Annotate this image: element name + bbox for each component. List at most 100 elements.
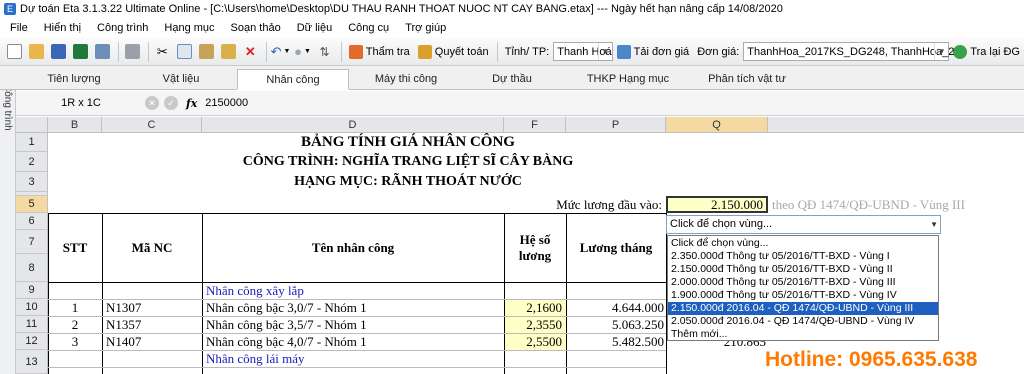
- dropdown-option[interactable]: 2.050.000đ 2016.04 - QĐ 1474/QĐ-UBND - V…: [668, 315, 938, 328]
- quyet-toan-button[interactable]: Quyết toán: [414, 41, 493, 63]
- row-header-13[interactable]: 13: [16, 350, 48, 374]
- redo-button[interactable]: ● ▼: [293, 41, 313, 63]
- header-ten-nhan-cong: Tên nhân công: [202, 213, 504, 282]
- menu-file[interactable]: File: [2, 22, 36, 34]
- undo-button[interactable]: ↶ ▼: [271, 41, 291, 63]
- tab-vat-lieu[interactable]: Vật liệu: [131, 69, 231, 90]
- dropdown-option[interactable]: 2.150.000đ Thông tư 05/2016/TT-BXD - Vùn…: [668, 263, 938, 276]
- row10-he-so[interactable]: 2,1600: [505, 299, 566, 316]
- province-select[interactable]: Thanh Hoá ▼: [553, 42, 613, 61]
- row11-ten[interactable]: Nhân công bậc 3,5/7 - Nhóm 1: [206, 316, 504, 333]
- tham-tra-button[interactable]: Thẩm tra: [345, 41, 414, 63]
- tab-may-thi-cong[interactable]: Máy thi công: [356, 69, 456, 90]
- column-header-p[interactable]: P: [566, 117, 666, 133]
- row11-ma[interactable]: N1357: [106, 316, 202, 333]
- row12-ten[interactable]: Nhân công bậc 4,0/7 - Nhóm 1: [206, 333, 504, 350]
- tab-phan-tich-vat-tu[interactable]: Phân tích vật tư: [692, 69, 802, 90]
- cancel-icon[interactable]: ✕: [145, 96, 159, 110]
- row11-luong[interactable]: 5.063.250: [566, 316, 666, 333]
- row-header-7[interactable]: 7: [16, 230, 48, 254]
- menu-hien-thi[interactable]: Hiển thị: [36, 22, 89, 34]
- select-all-corner[interactable]: [16, 117, 48, 133]
- menu-du-lieu[interactable]: Dữ liệu: [289, 22, 341, 34]
- tham-tra-label: Thẩm tra: [365, 45, 410, 58]
- column-header-q[interactable]: Q: [666, 117, 768, 133]
- row12-luong[interactable]: 5.482.500: [566, 333, 666, 350]
- dropdown-option-selected[interactable]: 2.150.000đ 2016.04 - QĐ 1474/QĐ-UBND - V…: [668, 302, 938, 315]
- tab-thkp-hang-muc[interactable]: THKP Hạng mục: [568, 69, 688, 90]
- copy-button[interactable]: [174, 41, 194, 63]
- print-button[interactable]: [122, 41, 142, 63]
- cell-reference-box[interactable]: 1R x 1C: [22, 94, 140, 113]
- dropdown-option[interactable]: 1.900.000đ Thông tư 05/2016/TT-BXD - Vùn…: [668, 289, 938, 302]
- column-header-f[interactable]: F: [504, 117, 566, 133]
- column-header-d[interactable]: D: [202, 117, 504, 133]
- row-header-8[interactable]: 8: [16, 254, 48, 282]
- row-header-2[interactable]: 2: [16, 152, 48, 172]
- row-header-6[interactable]: 6: [16, 213, 48, 230]
- export-button[interactable]: [92, 41, 112, 63]
- row-header-12[interactable]: 12: [16, 333, 48, 350]
- group-lai-may[interactable]: Nhân công lái máy: [206, 350, 504, 367]
- menu-hang-muc[interactable]: Hạng mục: [156, 22, 222, 34]
- row10-ten[interactable]: Nhân công bậc 3,0/7 - Nhóm 1: [206, 299, 504, 316]
- row10-luong[interactable]: 4.644.000: [566, 299, 666, 316]
- function-icon[interactable]: fx: [186, 97, 197, 110]
- row10-stt[interactable]: 1: [48, 299, 102, 316]
- new-file-icon: [6, 44, 22, 59]
- row12-he-so[interactable]: 2,5500: [505, 333, 566, 350]
- column-header-c[interactable]: C: [102, 117, 202, 133]
- paste-icon: [198, 44, 214, 59]
- row10-ma[interactable]: N1307: [106, 299, 202, 316]
- settlement-icon: [417, 44, 432, 59]
- row-header-1[interactable]: 1: [16, 133, 48, 152]
- tab-nhan-cong[interactable]: Nhân công: [237, 69, 349, 90]
- tra-lai-button[interactable]: Tra lại ĐG: [949, 41, 1024, 63]
- sort-button[interactable]: ⇅: [315, 41, 335, 63]
- redo-icon: ●: [294, 44, 303, 59]
- excel-button[interactable]: [70, 41, 90, 63]
- format-painter-button[interactable]: [218, 41, 238, 63]
- item-title-text: HẠNG MỤC: RÃNH THOÁT NƯỚC: [294, 174, 522, 189]
- wage-input-cell[interactable]: 2.150.000: [666, 196, 768, 213]
- save-icon: [50, 44, 66, 59]
- price-book-select[interactable]: ThanhHoa_2017KS_DG248, ThanhHoa_2 ▼: [743, 42, 954, 61]
- menu-cong-trinh[interactable]: Công trình: [89, 22, 156, 34]
- row11-he-so[interactable]: 2,3550: [505, 316, 566, 333]
- row11-luong-text: 5.063.250: [612, 316, 664, 332]
- dropdown-option[interactable]: 2.350.000đ Thông tư 05/2016/TT-BXD - Vùn…: [668, 250, 938, 263]
- side-panel-tab[interactable]: Công trình: [0, 66, 16, 374]
- row-header-10[interactable]: 10: [16, 299, 48, 316]
- confirm-icon[interactable]: ✓: [164, 96, 178, 110]
- dropdown-option-add-new[interactable]: Thêm mới...: [668, 328, 938, 341]
- wage-input-note: theo QĐ 1474/QĐ-UBND - Vùng III: [772, 196, 1024, 213]
- new-file-button[interactable]: [4, 41, 24, 63]
- dropdown-option[interactable]: Click để chọn vùng...: [668, 237, 938, 250]
- menu-cong-cu[interactable]: Công cụ: [340, 22, 397, 34]
- column-header-b[interactable]: B: [48, 117, 102, 133]
- row-header-9[interactable]: 9: [16, 282, 48, 299]
- row11-stt[interactable]: 2: [48, 316, 102, 333]
- open-folder-button[interactable]: [26, 41, 46, 63]
- tab-tien-luong[interactable]: Tiên lượng: [24, 69, 124, 90]
- menu-soan-thao[interactable]: Soạn thảo: [223, 22, 289, 34]
- menu-tro-giup[interactable]: Trợ giúp: [397, 22, 454, 34]
- cut-button[interactable]: ✂: [152, 41, 172, 63]
- paste-button[interactable]: [196, 41, 216, 63]
- save-button[interactable]: [48, 41, 68, 63]
- tai-don-gia-button[interactable]: Tải đơn giá: [613, 41, 694, 63]
- row12-ma[interactable]: N1407: [106, 333, 202, 350]
- spreadsheet[interactable]: B C D F P Q 1 2 3 4 5 6 7 8 9 10 11 12 1…: [16, 117, 1024, 374]
- row-header-3[interactable]: 3: [16, 172, 48, 192]
- row-header-5[interactable]: 5: [16, 196, 48, 213]
- dropdown-option[interactable]: 2.000.000đ Thông tư 05/2016/TT-BXD - Vùn…: [668, 276, 938, 289]
- download-icon: [616, 44, 631, 59]
- printer-icon: [124, 44, 140, 59]
- delete-button[interactable]: ✕: [240, 41, 260, 63]
- tab-du-thau[interactable]: Dự thầu: [462, 69, 562, 90]
- row12-stt[interactable]: 3: [48, 333, 102, 350]
- row-header-11[interactable]: 11: [16, 316, 48, 333]
- formula-input[interactable]: 2150000: [205, 97, 248, 109]
- wage-region-combo[interactable]: Click để chọn vùng... ▼: [666, 215, 941, 234]
- group-xay-lap[interactable]: Nhân công xây lắp: [206, 282, 504, 299]
